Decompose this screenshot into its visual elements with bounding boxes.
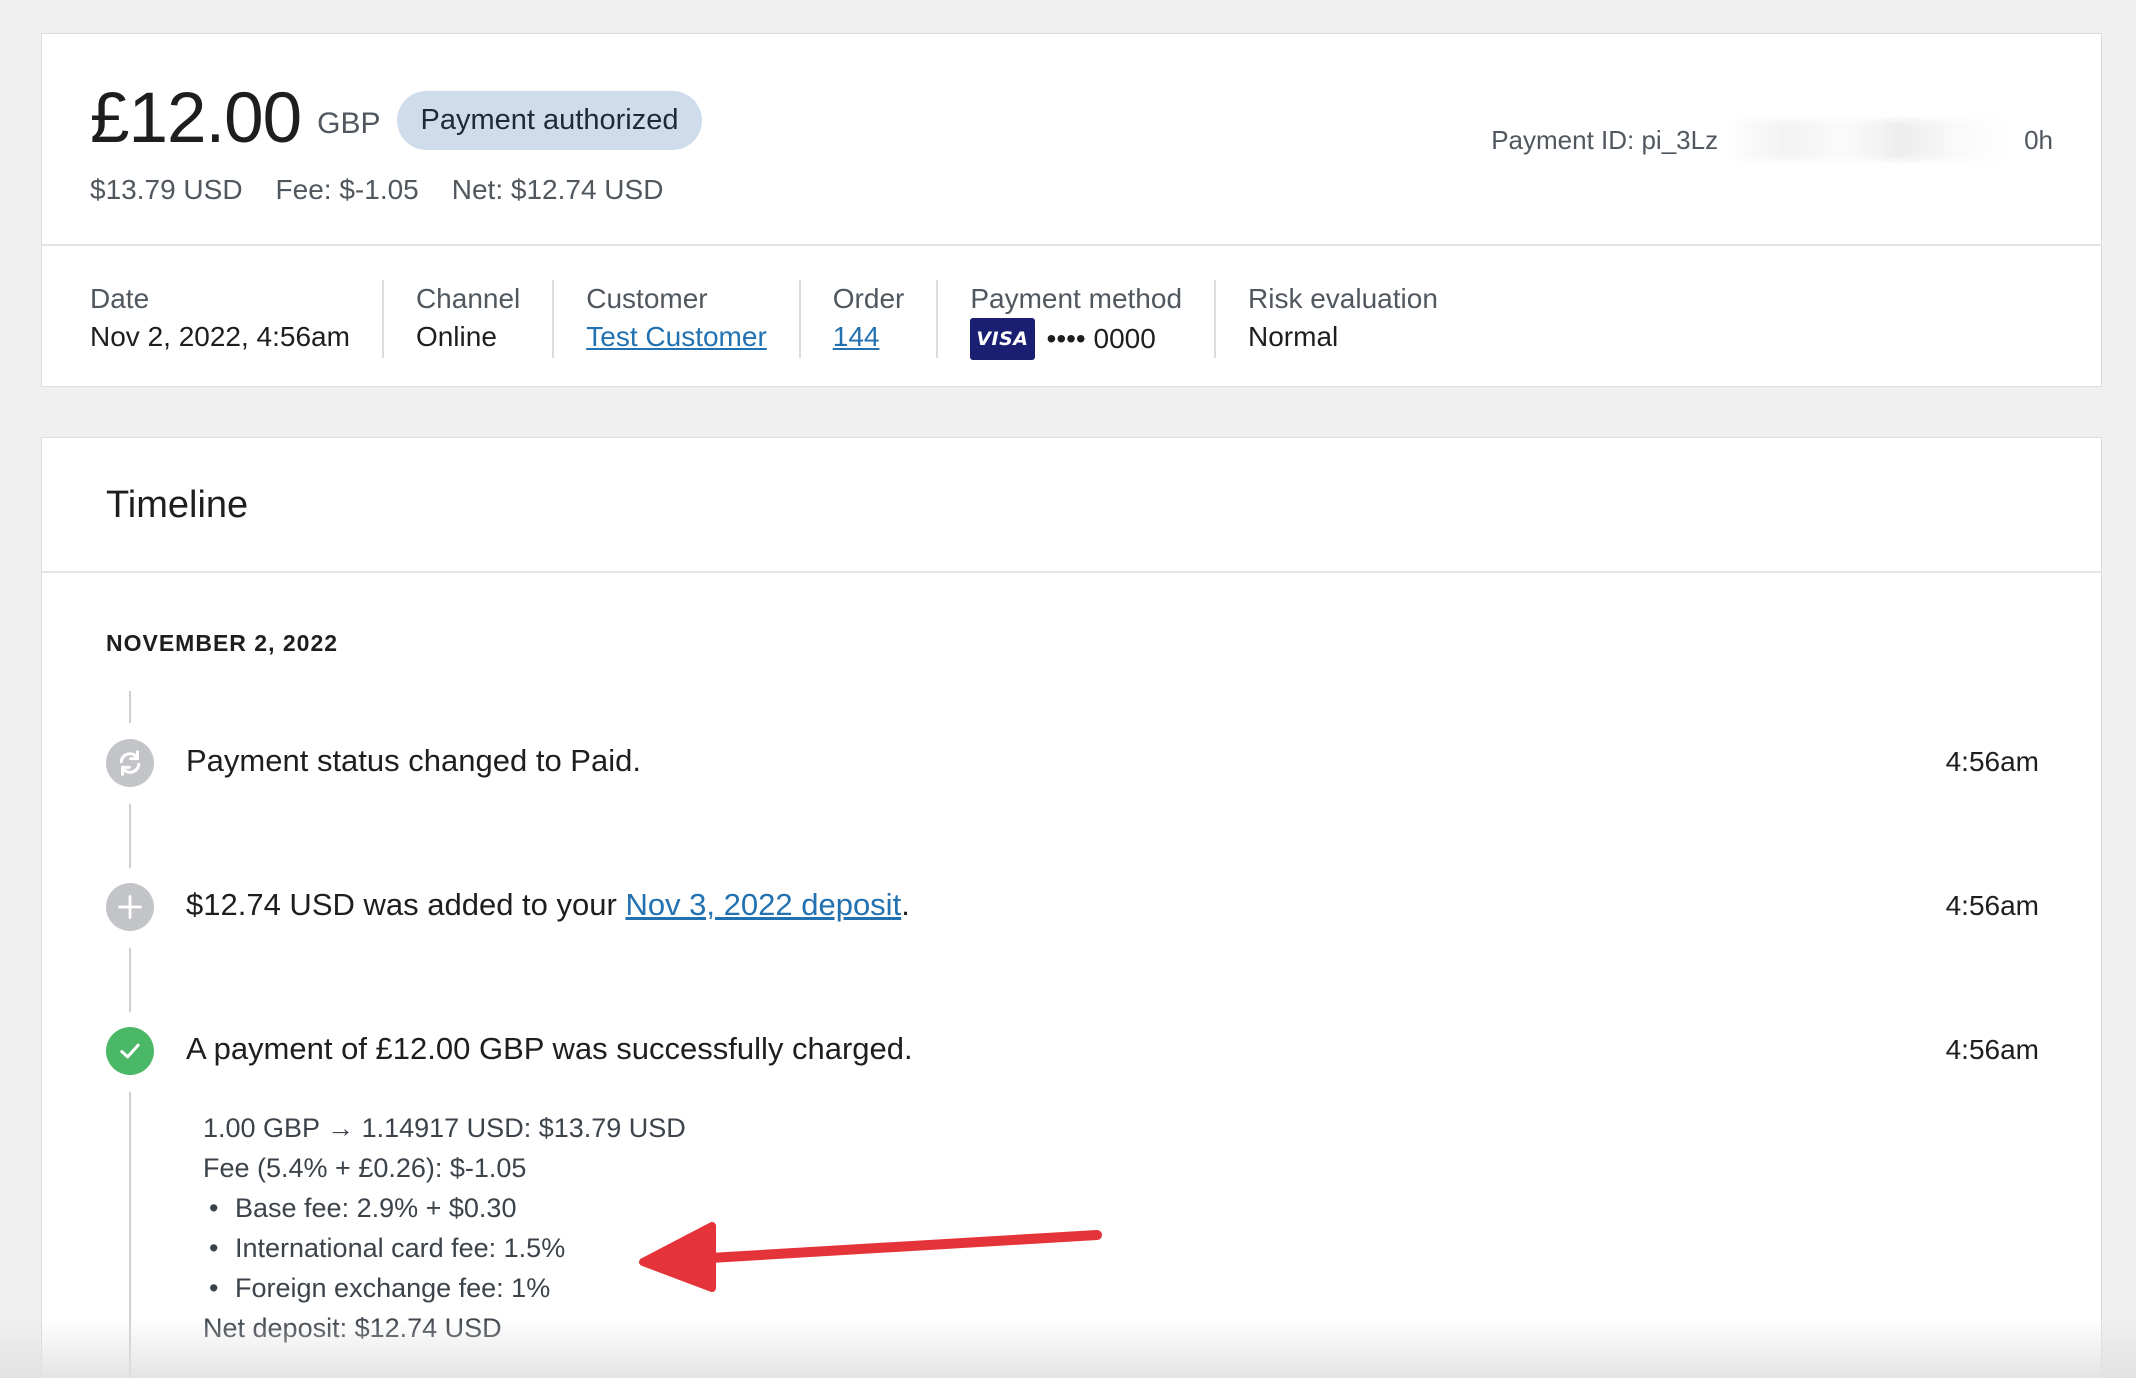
- payment-id-prefix: Payment ID: pi_3Lz: [1491, 124, 1719, 155]
- sync-icon: [106, 739, 154, 787]
- deposit-text: $12.74 USD was added to your: [186, 887, 626, 922]
- timeline-header: Timeline: [42, 438, 2101, 573]
- timeline-title: Timeline: [106, 484, 249, 526]
- timeline-connector: [129, 804, 131, 868]
- meta-date: Date Nov 2, 2022, 4:56am: [90, 280, 384, 358]
- risk-value: Normal: [1248, 321, 1339, 352]
- timeline-connector: [129, 691, 131, 723]
- amount-row: £12.00 GBP Payment authorized: [90, 78, 703, 159]
- visa-card-icon: VISA: [970, 318, 1035, 360]
- base-fee: Base fee: 2.9% + $0.30: [235, 1193, 517, 1223]
- payment-meta-row: Date Nov 2, 2022, 4:56am Channel Online …: [42, 246, 2101, 360]
- usd-amount: $13.79 USD: [90, 174, 243, 205]
- fee-bullet: • Foreign exchange fee: 1%: [209, 1273, 551, 1303]
- payment-summary-card: £12.00 GBP Payment authorized $13.79 USD…: [41, 33, 2102, 387]
- meta-customer: Customer Test Customer: [586, 280, 801, 358]
- charge-details: 1.00 GBP → 1.14917 USD: $13.79 USD Fee (…: [203, 1108, 686, 1348]
- card-last4: •••• 0000: [1046, 323, 1156, 354]
- timeline-event-deposit: $12.74 USD was added to your Nov 3, 2022…: [186, 887, 910, 923]
- event-time: 4:56am: [1945, 890, 2039, 921]
- payment-id: Payment ID: pi_3Lz 0h: [1491, 120, 2053, 160]
- payment-currency: GBP: [317, 106, 381, 140]
- conversion-rate: 1.00 GBP → 1.14917 USD: $13.79 USD: [203, 1113, 686, 1143]
- channel-label: Channel: [415, 283, 521, 314]
- net-amount: Net: $12.74 USD: [451, 174, 664, 205]
- fee-breakdown: Fee (5.4% + £0.26): $-1.05: [203, 1153, 527, 1183]
- fee-bullet: • International card fee: 1.5%: [209, 1233, 566, 1263]
- summary-header: £12.00 GBP Payment authorized $13.79 USD…: [42, 34, 2101, 246]
- checkmark-icon: [106, 1027, 154, 1075]
- deposit-link[interactable]: Nov 3, 2022 deposit: [625, 887, 901, 922]
- customer-link[interactable]: Test Customer: [586, 318, 767, 356]
- plus-icon: [106, 883, 154, 931]
- timeline-connector: [129, 948, 131, 1012]
- order-link[interactable]: 144: [833, 318, 880, 356]
- event-time: 4:56am: [1945, 746, 2039, 777]
- payment-method-value: VISA •••• 0000: [970, 318, 1182, 360]
- date-value: Nov 2, 2022, 4:56am: [90, 321, 350, 352]
- timeline-date-heading: NOVEMBER 2, 2022: [106, 630, 339, 656]
- fee-amount: Fee: $-1.05: [275, 174, 419, 205]
- payment-method-label: Payment method: [970, 283, 1183, 314]
- timeline-event-status: Payment status changed to Paid.: [186, 743, 641, 778]
- bottom-fade: [0, 1318, 2136, 1378]
- fee-bullet: • Base fee: 2.9% + $0.30: [209, 1193, 517, 1223]
- status-badge: Payment authorized: [396, 91, 703, 150]
- international-card-fee: International card fee: 1.5%: [235, 1233, 566, 1263]
- deposit-text-end: .: [901, 887, 910, 922]
- event-time: 4:56am: [1945, 1034, 2039, 1065]
- payment-amount: £12.00: [90, 79, 302, 158]
- meta-channel: Channel Online: [415, 280, 555, 358]
- order-label: Order: [832, 283, 905, 314]
- timeline-event-charge: A payment of £12.00 GBP was successfully…: [186, 1031, 913, 1066]
- payment-id-redaction: [1726, 120, 2017, 160]
- risk-label: Risk evaluation: [1248, 283, 1438, 314]
- meta-order: Order 144: [833, 280, 939, 358]
- channel-value: Online: [415, 321, 497, 352]
- date-label: Date: [90, 283, 150, 314]
- timeline-card: Timeline NOVEMBER 2, 2022 Payment status…: [41, 437, 2102, 1378]
- meta-payment-method: Payment method VISA •••• 0000: [970, 280, 1217, 360]
- foreign-exchange-fee: Foreign exchange fee: 1%: [235, 1273, 551, 1303]
- payment-id-suffix: 0h: [2024, 124, 2053, 155]
- sub-amounts: $13.79 USD Fee: $-1.05 Net: $12.74 USD: [90, 174, 663, 206]
- meta-risk: Risk evaluation Normal: [1248, 280, 1470, 358]
- customer-label: Customer: [586, 283, 708, 314]
